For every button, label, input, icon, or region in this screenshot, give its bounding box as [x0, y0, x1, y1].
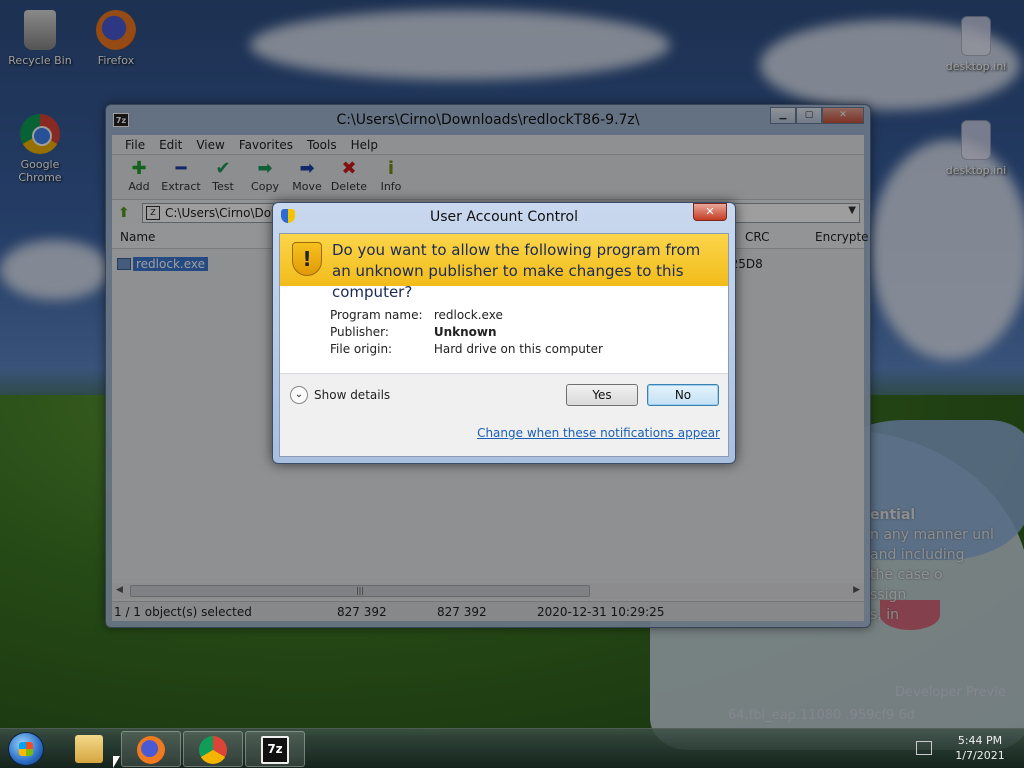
taskbar-item-chrome[interactable]: [183, 731, 243, 767]
publisher-row: Publisher: Unknown: [330, 325, 497, 339]
taskbar-item-7zip[interactable]: 7z: [245, 731, 305, 767]
file-origin-label: File origin:: [330, 342, 393, 356]
uac-footer: Change when these notifications appear: [280, 412, 728, 456]
publisher-value: Unknown: [433, 325, 497, 339]
show-details-toggle[interactable]: ⌄ Show details: [290, 386, 390, 404]
file-origin-row: File origin: Hard drive on this computer: [330, 342, 603, 356]
warning-shield-icon: !: [292, 242, 322, 276]
folder-icon: [75, 735, 103, 763]
mouse-cursor-icon: [113, 756, 120, 768]
change-notifications-link[interactable]: Change when these notifications appear: [477, 426, 720, 440]
taskbar: 7z 5:44 PM 1/7/2021: [0, 728, 1024, 768]
program-name-label: Program name:: [330, 308, 423, 322]
uac-warning-banner: ! Do you want to allow the following pro…: [280, 234, 728, 301]
clock[interactable]: 5:44 PM 1/7/2021: [950, 733, 1010, 763]
firefox-icon: [137, 736, 165, 764]
clock-date: 1/7/2021: [955, 749, 1005, 762]
uac-titlebar: User Account Control ✕: [273, 203, 735, 229]
network-icon[interactable]: [916, 741, 932, 755]
chrome-icon: [199, 736, 227, 764]
show-details-label: Show details: [314, 388, 391, 402]
no-button[interactable]: No: [647, 384, 719, 406]
taskbar-item-firefox[interactable]: [121, 731, 181, 767]
taskbar-item-explorer[interactable]: [60, 731, 120, 767]
yes-button[interactable]: Yes: [566, 384, 638, 406]
clock-time: 5:44 PM: [957, 734, 1003, 747]
file-origin-value: Hard drive on this computer: [433, 342, 603, 356]
chevron-down-icon: ⌄: [290, 386, 308, 404]
uac-body: ! Do you want to allow the following pro…: [279, 233, 729, 457]
publisher-label: Publisher:: [330, 325, 389, 339]
uac-dialog: User Account Control ✕ ! Do you want to …: [272, 202, 736, 464]
program-name-row: Program name: redlock.exe: [330, 308, 503, 322]
start-button[interactable]: [8, 732, 44, 766]
uac-title: User Account Control: [430, 209, 578, 225]
uac-close-button[interactable]: ✕: [693, 203, 727, 221]
7zip-icon: 7z: [261, 736, 289, 764]
uac-program-info: Program name: redlock.exe Publisher: Unk…: [280, 286, 728, 374]
program-name-value: redlock.exe: [433, 308, 503, 322]
